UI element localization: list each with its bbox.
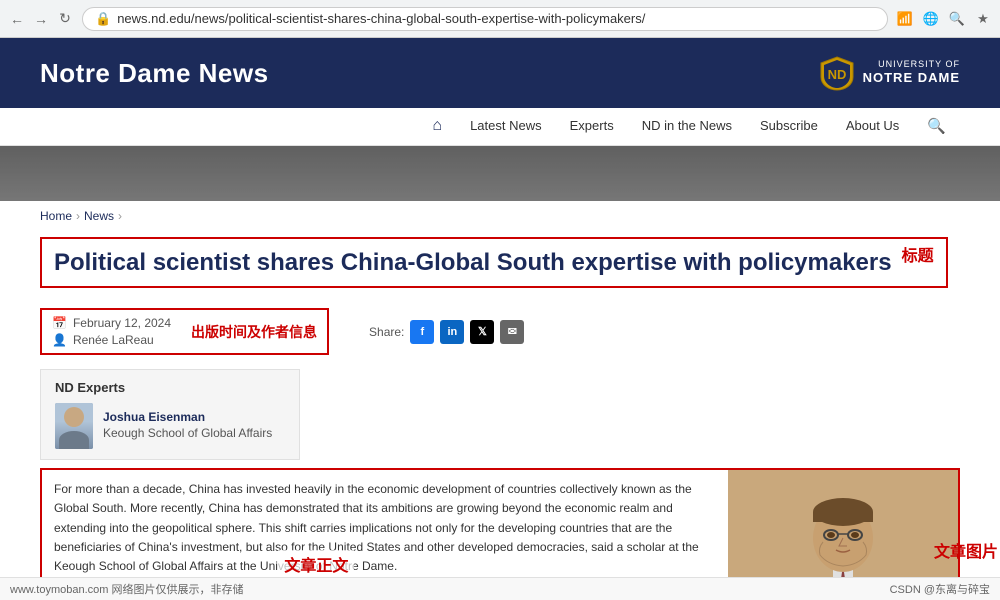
breadcrumb-home[interactable]: Home — [40, 209, 72, 223]
share-linkedin[interactable]: in — [440, 320, 464, 344]
nav-about-us[interactable]: About Us — [832, 108, 913, 146]
browser-controls: ← → ↻ — [8, 10, 74, 28]
share-email[interactable]: ✉ — [500, 320, 524, 344]
hero-area — [0, 146, 1000, 201]
person-icon: 👤 — [52, 333, 67, 347]
svg-text:ND: ND — [827, 67, 846, 82]
article-author: Renée LaReau — [73, 333, 154, 347]
bottom-right-text: CSDN @东离与碎宝 — [890, 581, 990, 597]
url-text: news.nd.edu/news/political-scientist-sha… — [117, 11, 645, 26]
experts-title: ND Experts — [55, 380, 285, 395]
address-bar[interactable]: 🔒 news.nd.edu/news/political-scientist-s… — [82, 7, 888, 31]
expert-avatar — [55, 403, 93, 449]
article-title: Political scientist shares China-Global … — [54, 247, 934, 278]
site-title: Notre Dame News — [40, 58, 269, 89]
zoom-icon[interactable]: 🔍 — [948, 10, 966, 28]
nav-latest-news[interactable]: Latest News — [456, 108, 556, 146]
share-facebook[interactable]: f — [410, 320, 434, 344]
browser-actions: 📶 🌐 🔍 ★ — [896, 10, 992, 28]
nav-home[interactable]: ⌂ — [418, 108, 456, 146]
notre-dame-label: NOTRE DAME — [863, 70, 960, 87]
article-title-text: Political scientist shares China-Global … — [54, 247, 892, 278]
article-title-box: Political scientist shares China-Global … — [40, 237, 948, 288]
meta-label-tag: 出版时间及作者信息 — [191, 322, 317, 342]
browser-chrome: ← → ↻ 🔒 news.nd.edu/news/political-scien… — [0, 0, 1000, 38]
share-area: Share: f in 𝕏 ✉ — [369, 320, 524, 344]
article-paragraph1: For more than a decade, China has invest… — [54, 480, 716, 576]
content-wrapper: Home › News › Political scientist shares… — [0, 201, 1000, 600]
share-label: Share: — [369, 325, 404, 339]
meta-date: 📅 February 12, 2024 — [52, 316, 171, 330]
site-header: Notre Dame News ND UNIVERSITY OF NOTRE D… — [0, 38, 1000, 108]
bottom-bar: www.toymoban.com 网络图片仅供展示，非存储 CSDN @东离与碎… — [0, 577, 1000, 600]
nav-subscribe[interactable]: Subscribe — [746, 108, 832, 146]
meta-left: 📅 February 12, 2024 👤 Renée LaReau — [52, 316, 171, 347]
meta-row: 📅 February 12, 2024 👤 Renée LaReau 出版时间及… — [40, 302, 960, 361]
article-text-label: 文章正文 — [278, 550, 354, 578]
article-date: February 12, 2024 — [73, 316, 171, 330]
hero-overlay — [0, 146, 1000, 201]
expert-school: Keough School of Global Affairs — [103, 426, 272, 442]
nd-logo: ND UNIVERSITY OF NOTRE DAME — [819, 55, 960, 91]
secure-icon: 🔒 — [95, 11, 111, 27]
nd-shield-icon: ND — [819, 55, 855, 91]
expert-row: Joshua Eisenman Keough School of Global … — [55, 403, 285, 449]
reload-button[interactable]: ↻ — [56, 10, 74, 28]
cast-icon[interactable]: 📶 — [896, 10, 914, 28]
nd-logo-text: UNIVERSITY OF NOTRE DAME — [863, 59, 960, 88]
breadcrumb: Home › News › — [40, 201, 960, 231]
bottom-left-text: www.toymoban.com 网络图片仅供展示，非存储 — [10, 581, 243, 597]
breadcrumb-sep1: › — [76, 209, 80, 223]
nav-experts[interactable]: Experts — [556, 108, 628, 146]
nav-bar: ⌂ Latest News Experts ND in the News Sub… — [0, 108, 1000, 146]
breadcrumb-news[interactable]: News — [84, 209, 114, 223]
calendar-icon: 📅 — [52, 316, 67, 330]
translate-icon[interactable]: 🌐 — [922, 10, 940, 28]
breadcrumb-sep2: › — [118, 209, 122, 223]
back-button[interactable]: ← — [8, 10, 26, 28]
share-twitter[interactable]: 𝕏 — [470, 320, 494, 344]
bookmark-icon[interactable]: ★ — [974, 10, 992, 28]
nav-nd-in-news[interactable]: ND in the News — [628, 108, 746, 146]
expert-info: Joshua Eisenman Keough School of Global … — [103, 410, 272, 442]
title-label-tag: 标题 — [902, 247, 934, 268]
image-label-tag: 文章图片 — [934, 538, 998, 562]
meta-box: 📅 February 12, 2024 👤 Renée LaReau 出版时间及… — [40, 308, 329, 355]
expert-name[interactable]: Joshua Eisenman — [103, 410, 272, 424]
nav-search[interactable]: 🔍 — [913, 108, 960, 146]
experts-box: ND Experts Joshua Eisenman Keough School… — [40, 369, 300, 460]
university-of-label: UNIVERSITY OF — [863, 59, 960, 71]
meta-author: 👤 Renée LaReau — [52, 333, 171, 347]
forward-button[interactable]: → — [32, 10, 50, 28]
